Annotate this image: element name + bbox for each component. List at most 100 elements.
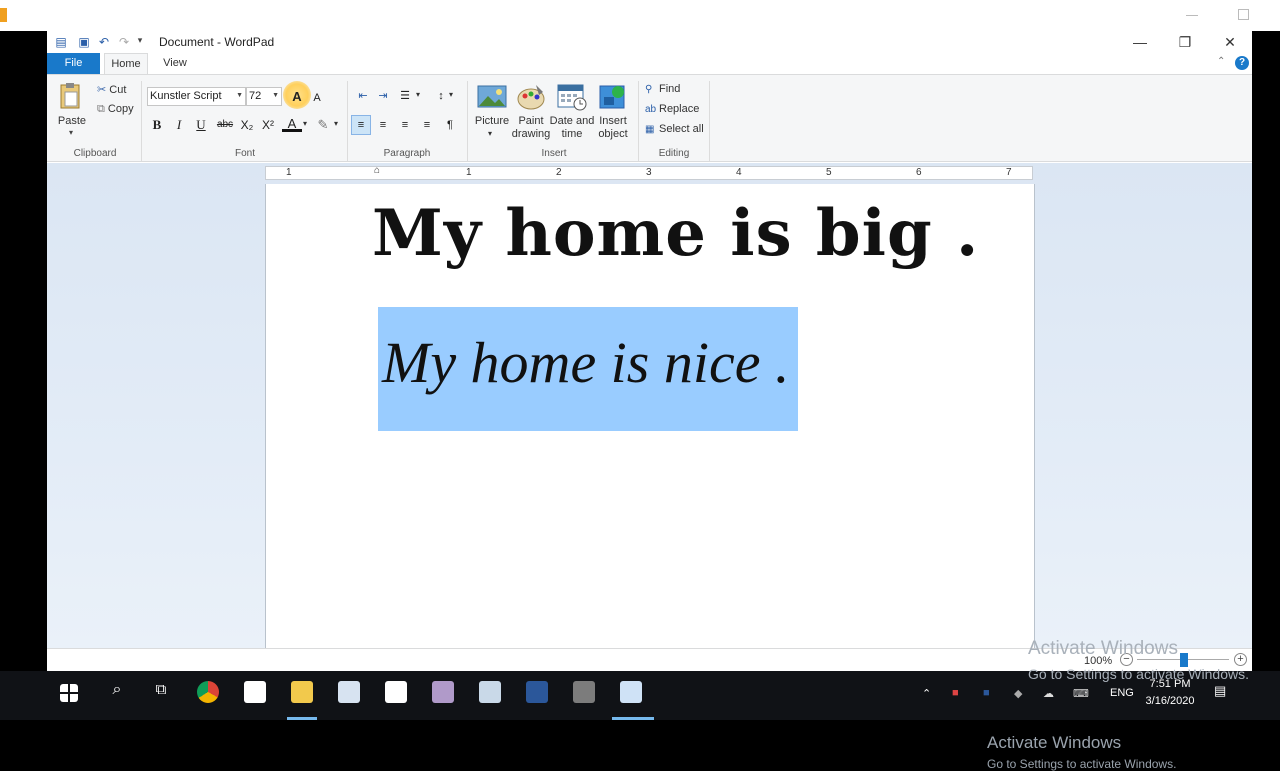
picture-icon[interactable] bbox=[477, 82, 507, 112]
activation-watermark-title: Activate Windows bbox=[1028, 638, 1178, 659]
editing-group-label: Editing bbox=[658, 148, 690, 159]
chevron-down-icon[interactable]: ▾ bbox=[334, 119, 338, 128]
paste-label[interactable]: Paste bbox=[57, 115, 87, 128]
document-line-2[interactable]: My home is nice . bbox=[382, 329, 789, 396]
replace-button[interactable]: ab Replace bbox=[645, 103, 699, 115]
word-icon[interactable] bbox=[526, 681, 548, 703]
text-color-button[interactable]: A bbox=[282, 116, 302, 132]
cut-button[interactable]: ✂ Cut bbox=[97, 83, 126, 96]
subscript-button[interactable]: X₂ bbox=[237, 116, 257, 134]
document-page[interactable]: My home is big . My home is nice . bbox=[265, 184, 1035, 654]
decrease-indent-icon[interactable]: ⇤ bbox=[353, 87, 373, 105]
align-center-icon[interactable]: ≡ bbox=[373, 116, 393, 134]
paint-drawing-icon[interactable] bbox=[516, 82, 546, 112]
font-group-label: Font bbox=[234, 148, 255, 159]
find-button[interactable]: ⚲ Find bbox=[645, 83, 680, 95]
tray-app-icon[interactable]: ■ bbox=[983, 687, 990, 699]
redo-icon[interactable]: ↷ bbox=[117, 35, 131, 49]
document-line-1[interactable]: My home is big . bbox=[372, 196, 979, 271]
paint-drawing-label[interactable]: Paint drawing bbox=[509, 115, 553, 141]
tab-home[interactable]: Home bbox=[104, 53, 148, 74]
copy-button[interactable]: ⧉ Copy bbox=[97, 103, 134, 116]
language-indicator[interactable]: ENG bbox=[1110, 687, 1134, 699]
align-left-icon[interactable]: ≡ bbox=[351, 115, 371, 135]
superscript-button[interactable]: X² bbox=[258, 116, 278, 134]
date-label-line1: Date and bbox=[549, 115, 595, 127]
select-all-label: Select all bbox=[659, 123, 704, 135]
save-icon[interactable]: ▣ bbox=[77, 35, 91, 49]
chrome-icon[interactable] bbox=[197, 681, 219, 703]
justify-icon[interactable]: ≡ bbox=[417, 116, 437, 134]
paint-icon[interactable] bbox=[338, 681, 360, 703]
zoom-in-button[interactable]: + bbox=[1234, 653, 1247, 666]
date-label-line2: time bbox=[561, 128, 583, 140]
line-spacing-icon[interactable]: ↕ bbox=[431, 87, 451, 105]
highlight-pen-icon[interactable]: ✎ bbox=[313, 116, 333, 134]
windows-start-icon[interactable] bbox=[60, 684, 78, 702]
photos-icon[interactable] bbox=[432, 681, 454, 703]
outer-maximize-icon[interactable] bbox=[1238, 9, 1249, 20]
ruler[interactable]: 1 ⌂ 1 2 3 4 5 6 7 bbox=[265, 165, 1033, 180]
restore-button[interactable]: ❐ bbox=[1162, 31, 1208, 53]
align-right-icon[interactable]: ≡ bbox=[395, 116, 415, 134]
desktop-edge bbox=[1252, 31, 1280, 671]
paint-label-line1: Paint bbox=[518, 115, 544, 127]
store-icon[interactable] bbox=[385, 681, 407, 703]
chevron-down-icon[interactable]: ▾ bbox=[416, 90, 420, 99]
paint-label-line2: drawing bbox=[511, 128, 551, 140]
font-size-select[interactable]: 72 ▼ bbox=[246, 87, 282, 106]
mail-icon[interactable] bbox=[244, 681, 266, 703]
collapse-ribbon-icon[interactable]: ⌃ bbox=[1217, 56, 1225, 67]
show-hidden-icons-icon[interactable]: ⌃ bbox=[922, 687, 931, 700]
paste-dropdown-icon[interactable]: ▾ bbox=[69, 128, 73, 137]
outer-minimize-icon[interactable] bbox=[1186, 15, 1198, 16]
separator bbox=[709, 81, 710, 161]
network-icon[interactable]: ☁ bbox=[1043, 687, 1054, 700]
date-time-label[interactable]: Date and time bbox=[549, 115, 595, 141]
file-explorer-icon[interactable] bbox=[291, 681, 313, 703]
picture-label[interactable]: Picture bbox=[471, 115, 513, 128]
font-family-select[interactable]: Kunstler Script ▼ bbox=[147, 87, 246, 106]
select-all-button[interactable]: ▦ Select all bbox=[645, 123, 704, 135]
undo-icon[interactable]: ↶ bbox=[97, 35, 111, 49]
app-icon[interactable] bbox=[479, 681, 501, 703]
dropbox-icon[interactable]: ◆ bbox=[1014, 687, 1022, 700]
bullet-list-icon[interactable]: ☰ bbox=[395, 87, 415, 105]
app-icon[interactable] bbox=[573, 681, 595, 703]
minimize-button[interactable]: — bbox=[1117, 31, 1163, 53]
wordpad-app-icon[interactable]: ▤ bbox=[55, 35, 67, 49]
zoom-slider-thumb[interactable] bbox=[1180, 653, 1188, 667]
tray-app-icon[interactable]: ■ bbox=[952, 687, 959, 699]
increase-indent-icon[interactable]: ⇥ bbox=[373, 87, 393, 105]
keyboard-icon[interactable]: ⌨ bbox=[1073, 687, 1089, 700]
bold-button[interactable]: B bbox=[147, 116, 167, 134]
ruler-indent-marker[interactable]: ⌂ bbox=[374, 165, 380, 177]
paste-icon[interactable] bbox=[57, 81, 87, 111]
outer-window-bar bbox=[0, 0, 1280, 31]
customize-quick-access-icon[interactable]: ▾ bbox=[135, 35, 145, 49]
insert-object-icon[interactable] bbox=[598, 82, 628, 112]
close-button[interactable]: ✕ bbox=[1207, 31, 1253, 53]
chevron-down-icon[interactable]: ▾ bbox=[488, 129, 492, 138]
chevron-down-icon[interactable]: ▾ bbox=[449, 90, 453, 99]
ribbon-tabs: File Home View ⌃ ? bbox=[47, 53, 1252, 74]
task-view-icon[interactable]: ⧉ bbox=[150, 681, 172, 703]
paragraph-settings-icon[interactable]: ¶ bbox=[440, 116, 460, 134]
notifications-icon[interactable]: ▤ bbox=[1214, 683, 1226, 699]
grow-font-button[interactable]: A bbox=[287, 88, 307, 106]
window-title: Document - WordPad bbox=[159, 35, 275, 49]
wordpad-window: ▤ ▣ ↶ ↷ ▾ Document - WordPad — ❐ ✕ File … bbox=[47, 31, 1253, 771]
search-icon[interactable]: ⌕ bbox=[106, 681, 128, 703]
wordpad-taskbar-icon[interactable] bbox=[620, 681, 642, 703]
shrink-font-button[interactable]: A bbox=[307, 89, 327, 107]
tab-file[interactable]: File bbox=[47, 53, 100, 74]
insert-object-label[interactable]: Insert object bbox=[593, 115, 633, 141]
tab-view[interactable]: View bbox=[157, 53, 193, 74]
insert-group-label: Insert bbox=[541, 148, 567, 159]
date-time-icon[interactable] bbox=[557, 82, 587, 112]
underline-button[interactable]: U bbox=[191, 116, 211, 134]
strikethrough-button[interactable]: abc bbox=[214, 116, 236, 134]
help-icon[interactable]: ? bbox=[1235, 56, 1249, 70]
chevron-down-icon[interactable]: ▾ bbox=[303, 119, 307, 128]
italic-button[interactable]: I bbox=[169, 116, 189, 134]
